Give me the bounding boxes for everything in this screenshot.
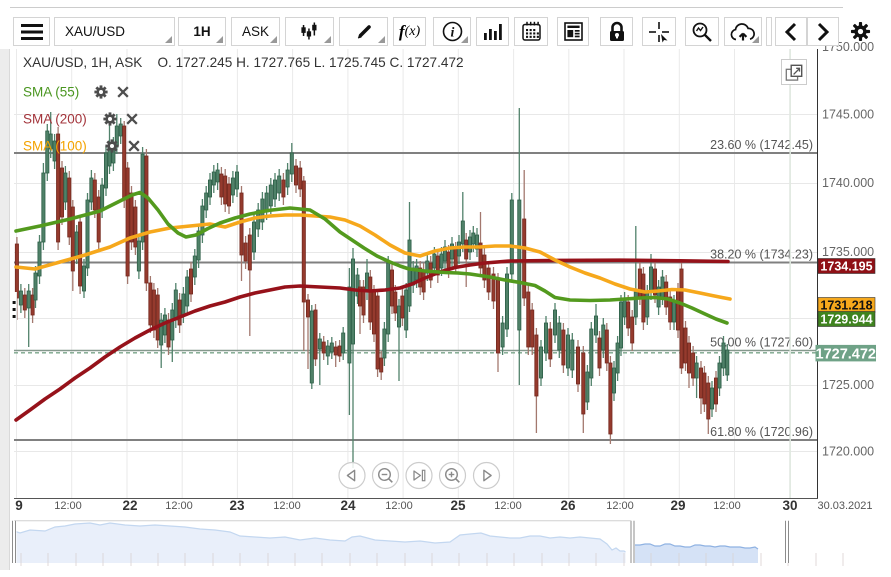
- svg-text:12:00: 12:00: [54, 500, 82, 512]
- svg-text:12:00: 12:00: [494, 500, 522, 512]
- svg-text:1735.000: 1735.000: [822, 245, 874, 259]
- svg-text:1731.218: 1731.218: [820, 299, 872, 313]
- svg-text:12:00: 12:00: [713, 500, 741, 512]
- svg-text:1725.000: 1725.000: [822, 378, 874, 392]
- svg-text:12:00: 12:00: [273, 500, 301, 512]
- svg-text:23.60 % (1742.45): 23.60 % (1742.45): [710, 138, 813, 152]
- svg-text:12:00: 12:00: [606, 500, 634, 512]
- svg-text:1740.000: 1740.000: [822, 176, 874, 190]
- svg-text:9: 9: [15, 498, 23, 513]
- svg-text:SMA (200): SMA (200): [23, 112, 87, 127]
- svg-text:26: 26: [560, 498, 576, 513]
- svg-text:24: 24: [340, 498, 356, 513]
- svg-text:22: 22: [122, 498, 137, 513]
- svg-text:1734.195: 1734.195: [820, 260, 872, 274]
- svg-text:12:00: 12:00: [165, 500, 193, 512]
- svg-text:SMA (55): SMA (55): [23, 85, 79, 100]
- svg-text:XAU/USD, 1H, ASK O. 1727.24: XAU/USD, 1H, ASK O. 1727.245 H. 1727.765…: [23, 55, 464, 70]
- svg-text:1727.472: 1727.472: [816, 346, 876, 362]
- svg-text:SMA (100): SMA (100): [23, 139, 87, 154]
- svg-text:1729.944: 1729.944: [820, 313, 872, 327]
- svg-text:1720.000: 1720.000: [822, 445, 874, 459]
- svg-text:50.00 % (1727.60): 50.00 % (1727.60): [710, 336, 813, 350]
- svg-text:61.80 % (1720.96): 61.80 % (1720.96): [710, 425, 813, 439]
- svg-text:30.03.2021: 30.03.2021: [817, 500, 872, 512]
- svg-text:25: 25: [450, 498, 466, 513]
- svg-text:23: 23: [229, 498, 245, 513]
- svg-text:30: 30: [782, 498, 797, 513]
- svg-text:38.20 % (1734.23): 38.20 % (1734.23): [710, 248, 813, 262]
- svg-text:1745.000: 1745.000: [822, 108, 874, 122]
- svg-text:12:00: 12:00: [385, 500, 413, 512]
- svg-text:i: i: [450, 26, 454, 41]
- svg-text:29: 29: [670, 498, 685, 513]
